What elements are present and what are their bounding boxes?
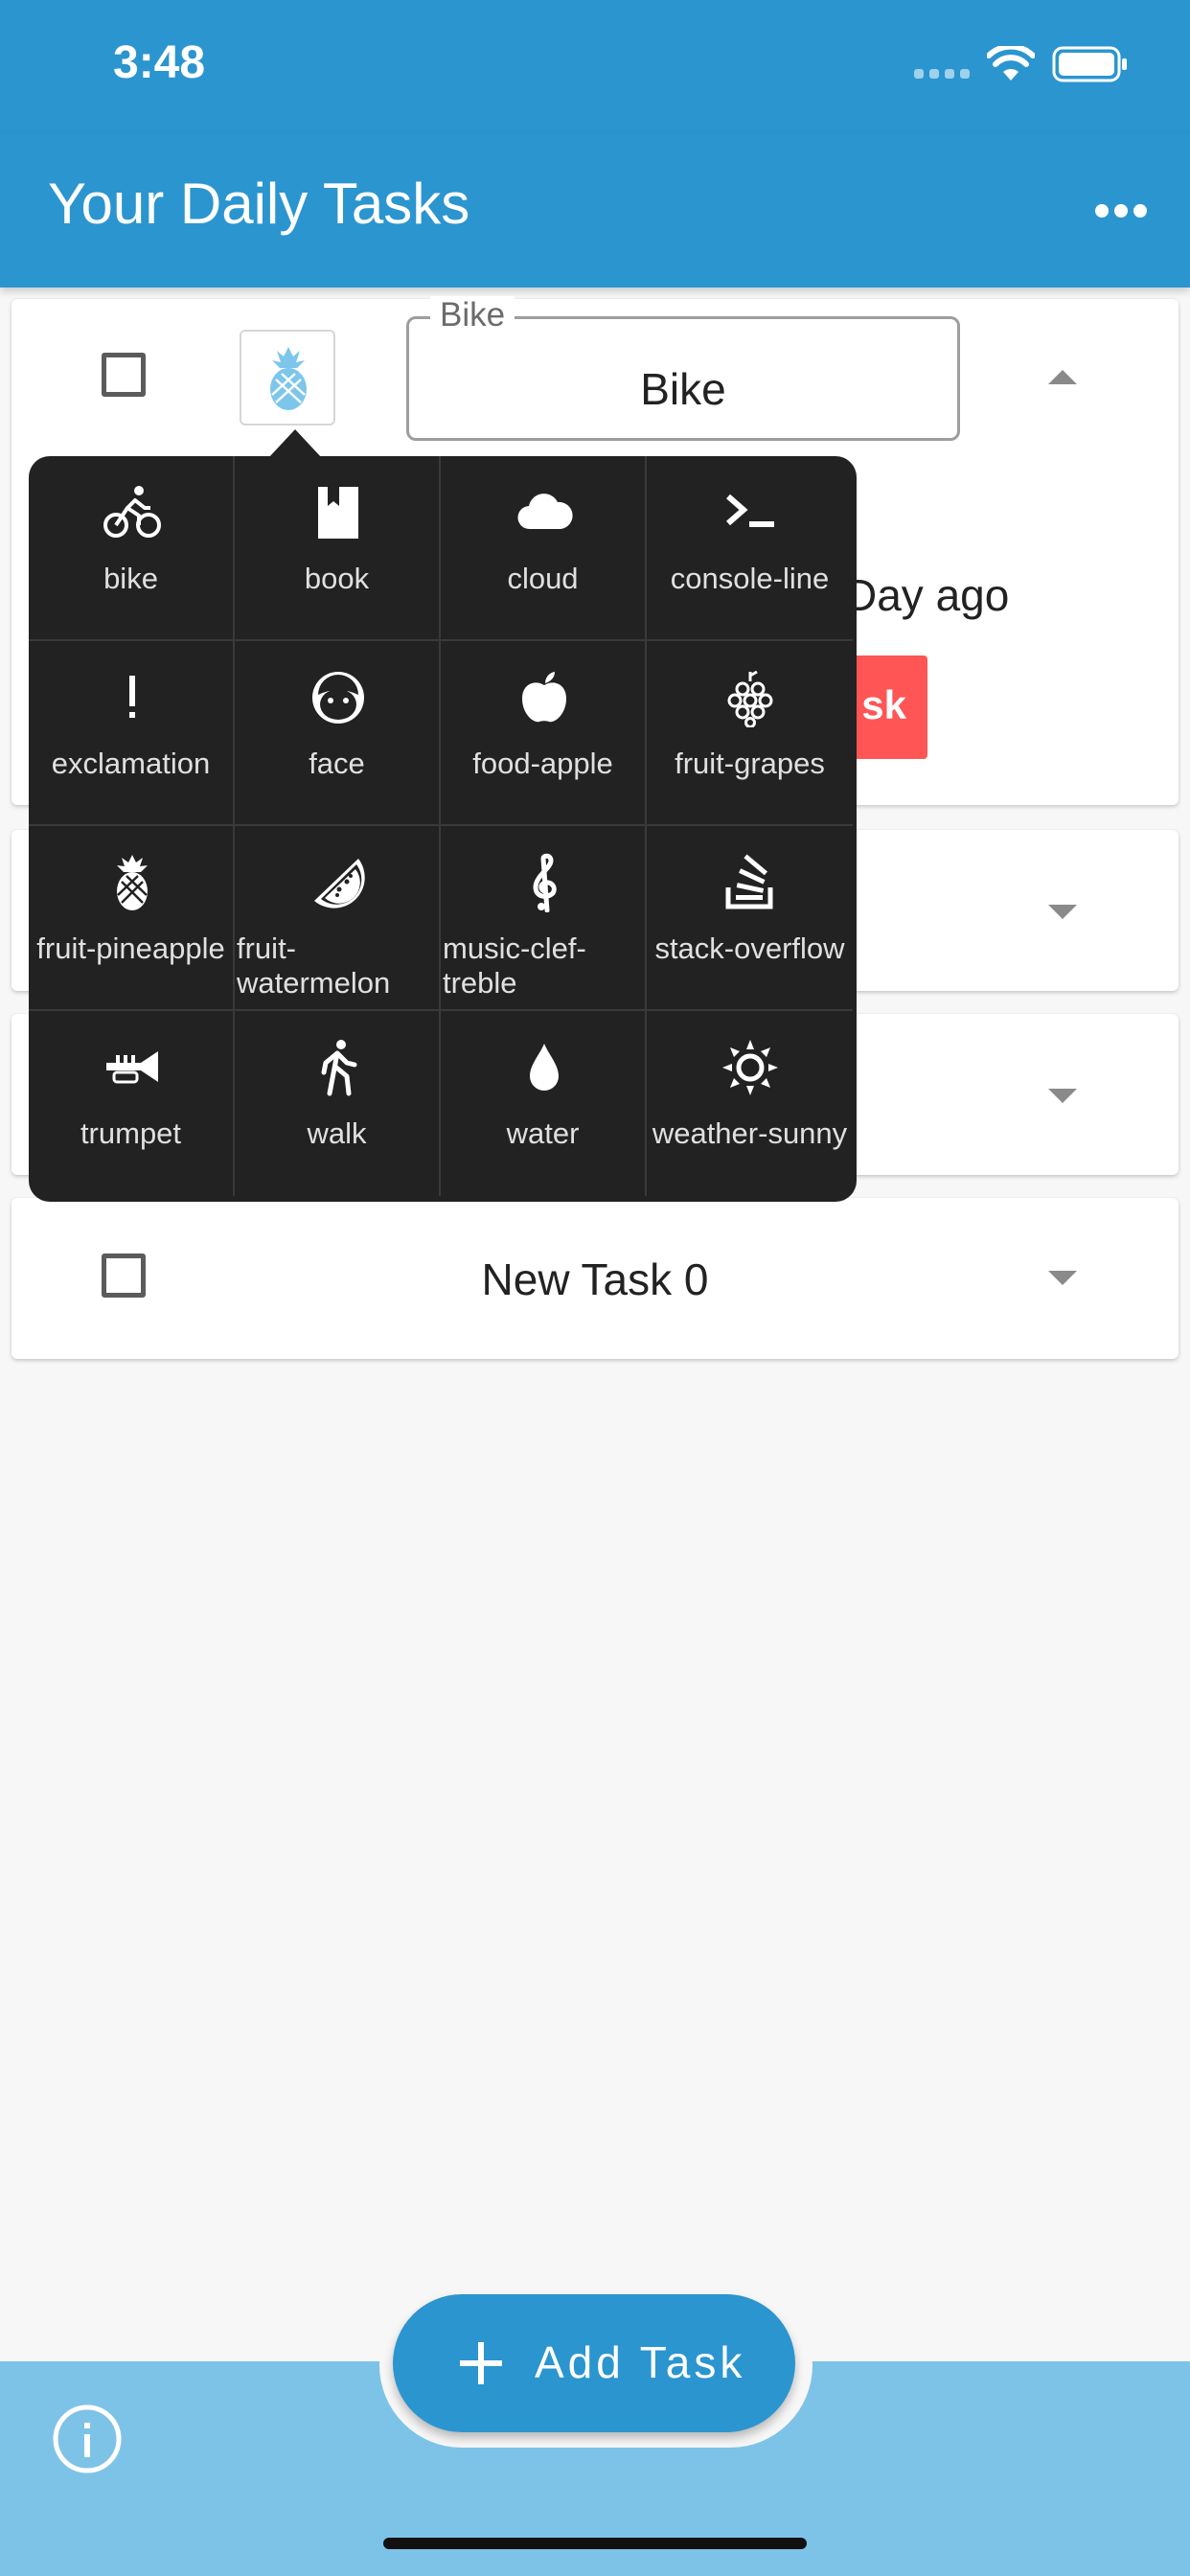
- delete-task-button[interactable]: sk: [845, 656, 927, 759]
- home-indicator: [383, 2538, 807, 2549]
- icon-option-face[interactable]: face: [235, 641, 441, 826]
- icon-option-stack-overflow[interactable]: stack-overflow: [647, 826, 853, 1011]
- icon-option-cloud[interactable]: cloud: [441, 456, 647, 641]
- task-name-label: Bike: [430, 296, 515, 334]
- icon-option-label: cloud: [507, 562, 579, 595]
- icon-option-label: fruit-pineapple: [36, 932, 225, 965]
- chevron-down-icon[interactable]: [1048, 905, 1077, 919]
- add-task-button[interactable]: Add Task: [393, 2294, 795, 2432]
- battery-icon: [1052, 46, 1127, 82]
- water-icon: [530, 1044, 559, 1091]
- icon-option-label-line1: music-clef-: [443, 932, 586, 965]
- cellular-signal-icon: [914, 69, 970, 79]
- icon-option-label: water: [506, 1116, 580, 1150]
- walk-icon: [321, 1040, 357, 1096]
- icon-option-label-line1: fruit-: [237, 932, 296, 965]
- icon-option-music-clef-treble[interactable]: music-clef-treble: [441, 826, 647, 1011]
- fruit-pineapple-icon: [270, 347, 307, 410]
- delete-task-label: sk: [861, 682, 906, 727]
- task-checkbox[interactable]: [102, 353, 146, 397]
- fruit-watermelon-icon: [314, 859, 365, 908]
- page-title: Your Daily Tasks: [48, 172, 470, 236]
- icon-option-exclamation[interactable]: exclamation: [29, 641, 235, 826]
- more-horizontal-icon[interactable]: [1092, 182, 1150, 240]
- icon-option-label: weather-sunny: [652, 1116, 848, 1150]
- weather-sunny-icon: [722, 1040, 778, 1095]
- icon-option-label: food-apple: [472, 747, 613, 780]
- icon-option-book[interactable]: book: [235, 456, 441, 641]
- icon-option-label: fruit-grapes: [675, 747, 825, 780]
- icon-option-food-apple[interactable]: food-apple: [441, 641, 647, 826]
- icon-option-label: exclamation: [51, 747, 211, 780]
- music-clef-treble-icon: [533, 853, 557, 912]
- trumpet-icon: [106, 1051, 158, 1084]
- fruit-pineapple-icon: [117, 855, 148, 910]
- task-title: New Task 0: [481, 1254, 709, 1304]
- icon-option-label: stack-overflow: [654, 932, 845, 965]
- icon-option-weather-sunny[interactable]: weather-sunny: [647, 1011, 853, 1196]
- book-icon: [318, 487, 358, 539]
- face-icon: [312, 672, 364, 724]
- icon-picker-popup: bike book cloud console-line exclamation…: [29, 456, 857, 1202]
- wifi-icon: [987, 46, 1035, 80]
- icon-option-label: book: [304, 562, 370, 595]
- plus-icon: [460, 2342, 502, 2384]
- task-name-field[interactable]: Bike Bike: [406, 296, 960, 441]
- task-icon-button[interactable]: [240, 330, 335, 426]
- stack-overflow-icon: [725, 854, 773, 909]
- icon-grid: bike book cloud console-line exclamation…: [29, 456, 857, 1202]
- app-bar: Your Daily Tasks: [0, 134, 1190, 288]
- cloud-icon: [517, 494, 573, 530]
- exclamation-icon: [129, 676, 135, 718]
- info-icon[interactable]: [52, 2404, 123, 2474]
- fruit-grapes-icon: [727, 670, 773, 727]
- icon-option-trumpet[interactable]: trumpet: [29, 1011, 235, 1196]
- icon-option-fruit-watermelon[interactable]: fruit-watermelon: [235, 826, 441, 1011]
- add-task-label: Add Task: [535, 2337, 746, 2387]
- icon-option-label: trumpet: [80, 1116, 182, 1150]
- icon-option-bike[interactable]: bike: [29, 456, 235, 641]
- icon-option-label-line2: watermelon: [237, 966, 391, 1000]
- icon-option-water[interactable]: water: [441, 1011, 647, 1196]
- icon-option-walk[interactable]: walk: [235, 1011, 441, 1196]
- console-line-icon: [726, 494, 774, 527]
- icon-option-fruit-grapes[interactable]: fruit-grapes: [647, 641, 853, 826]
- icon-option-label: console-line: [670, 562, 830, 595]
- bike-icon: [103, 486, 161, 538]
- icon-option-label: fruit-watermelon: [235, 932, 439, 1000]
- icon-option-label: face: [309, 747, 365, 780]
- chevron-down-icon[interactable]: [1048, 1089, 1077, 1103]
- icon-option-label-line2: treble: [443, 966, 517, 1000]
- icon-option-console-line[interactable]: console-line: [647, 456, 853, 641]
- chevron-up-icon[interactable]: [1048, 370, 1077, 384]
- task-card-new-task-0[interactable]: New Task 0: [11, 1198, 1179, 1359]
- task-last-completed: Day ago: [845, 570, 1010, 620]
- status-bar: 3:48: [0, 0, 1190, 134]
- food-apple-icon: [522, 672, 566, 723]
- icon-option-label: music-clef-treble: [441, 932, 645, 1000]
- popup-arrow: [268, 429, 322, 458]
- chevron-down-icon[interactable]: [1048, 1271, 1077, 1285]
- status-time: 3:48: [113, 37, 206, 88]
- task-name-value[interactable]: Bike: [409, 363, 957, 415]
- icon-option-label: walk: [307, 1116, 367, 1150]
- icon-option-fruit-pineapple[interactable]: fruit-pineapple: [29, 826, 235, 1011]
- icon-option-label: bike: [103, 562, 158, 595]
